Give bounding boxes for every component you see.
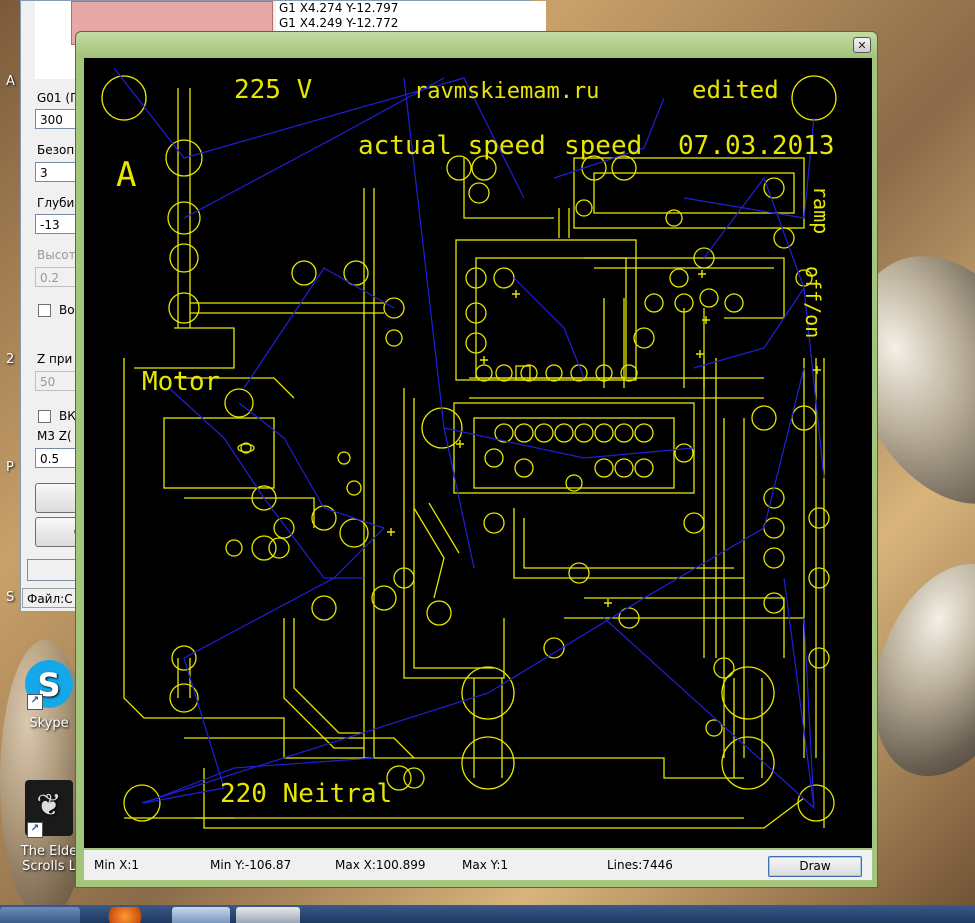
desktop-icon-skype[interactable]: S ↗ Skype — [14, 660, 84, 731]
desktop-icon-label: Scrolls L — [22, 859, 76, 874]
pcb-label-edited: edited — [692, 76, 779, 104]
taskbar[interactable] — [0, 905, 975, 923]
max-y-readout: Max Y:1 — [462, 858, 509, 872]
pcb-canvas[interactable]: 225 V ravmskiemam.ru edited actual speed… — [84, 58, 872, 848]
gcode-line: G1 X4.274 Y-12.797 — [279, 1, 399, 15]
m3z-label: M3 Z( — [37, 429, 72, 443]
desktop-icon-elder-scrolls[interactable]: ❦ ↗ The Elde Scrolls L — [14, 780, 84, 874]
taskbar-app-icon[interactable] — [236, 907, 300, 923]
pcb-label-speed: speed — [564, 131, 642, 161]
pcb-label-neitral: 220 Neitral — [220, 779, 392, 809]
desktop-side-letter: 2 — [6, 352, 15, 367]
lines-readout: Lines:7446 — [607, 858, 673, 872]
pcb-label-a: A — [116, 155, 136, 195]
desktop-side-letter: A — [6, 74, 15, 89]
z-pri-label: Z при — [37, 352, 73, 366]
pcb-traces — [101, 75, 837, 829]
z-pri-input[interactable]: 50 — [35, 371, 79, 391]
vk-checkbox[interactable] — [38, 410, 51, 423]
bezop-label: Безоп — [37, 143, 75, 157]
pcb-label-motor: Motor — [142, 367, 220, 397]
file-status: Файл:С — [22, 588, 82, 608]
m3z-input[interactable]: 0.5 — [35, 448, 79, 468]
glub-input[interactable]: -13 — [35, 214, 79, 234]
min-y-readout: Min Y:-106.87 — [210, 858, 292, 872]
pcb-label-offon: off/on — [801, 266, 825, 338]
pcb-label-top: 225 V — [234, 75, 312, 105]
vo-checkbox[interactable] — [38, 304, 51, 317]
bezop-input[interactable]: 3 — [35, 162, 79, 182]
dragon-icon: ❦ ↗ — [25, 780, 73, 838]
firefox-icon[interactable] — [100, 907, 150, 923]
taskbar-item[interactable] — [0, 907, 80, 923]
desktop-icon-label: Skype — [29, 716, 69, 731]
pcb-label-site: ravmskiemam.ru — [414, 79, 599, 104]
close-button[interactable]: ✕ — [853, 37, 871, 53]
vk-label: ВК — [59, 409, 76, 423]
vysot-label: Высот — [37, 248, 76, 262]
glub-label: Глуби — [37, 196, 75, 210]
shortcut-arrow-icon: ↗ — [27, 694, 43, 710]
tool-paths — [113, 67, 825, 810]
shortcut-arrow-icon: ↗ — [27, 822, 43, 838]
gcode-line: G1 X4.249 Y-12.772 — [279, 16, 399, 30]
taskbar-app-icon[interactable] — [172, 907, 230, 923]
min-x-readout: Min X:1 — [94, 858, 140, 872]
pcb-label-ramp: ramp — [809, 186, 833, 234]
desktop-side-letter: S — [6, 590, 15, 605]
skype-icon: S ↗ — [25, 660, 73, 710]
vo-label: Во — [59, 303, 75, 317]
gcode-listing[interactable]: G1 X4.274 Y-12.797 G1 X4.249 Y-12.772 — [276, 1, 546, 35]
progress-area — [27, 559, 81, 581]
pcb-label-actual-speed: actual speed — [358, 131, 546, 161]
desktop-icon-label: The Elde — [20, 844, 78, 859]
vysot-input[interactable]: 0.2 — [35, 267, 79, 287]
pcb-drawing: 225 V ravmskiemam.ru edited actual speed… — [101, 67, 837, 829]
desktop-side-letter: P — [6, 460, 14, 475]
pcb-viewer-window[interactable]: ✕ 225 V ravmskiemam.ru edited actual spe… — [75, 31, 878, 888]
viewer-titlebar[interactable]: ✕ — [76, 32, 877, 58]
g01-input[interactable]: 300 — [35, 109, 79, 129]
g01-label: G01 (Г — [37, 91, 78, 105]
pcb-label-date: 07.03.2013 — [678, 131, 835, 161]
draw-button[interactable]: Draw — [768, 856, 862, 877]
viewer-status-bar: Min X:1 Min Y:-106.87 Max X:100.899 Max … — [84, 850, 872, 880]
max-x-readout: Max X:100.899 — [335, 858, 426, 872]
pcb-labels: 225 V ravmskiemam.ru edited actual speed… — [116, 75, 835, 809]
